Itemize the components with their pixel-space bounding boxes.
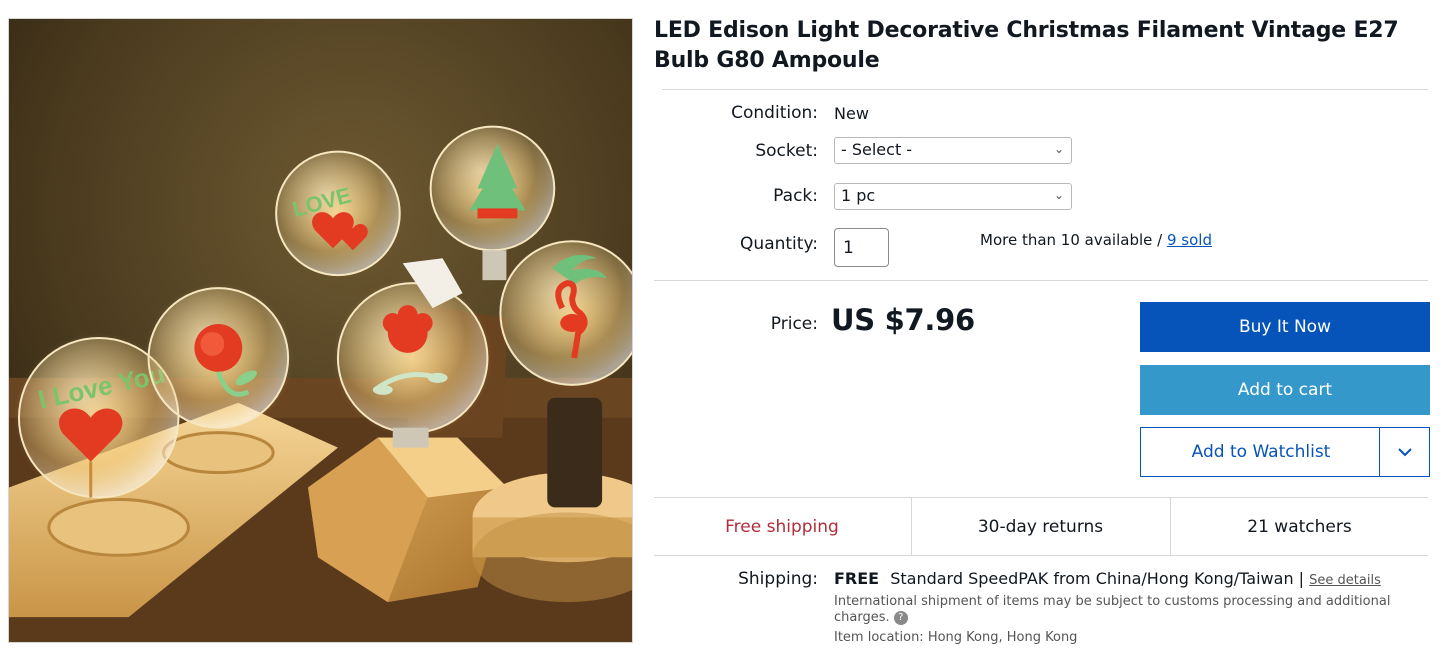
shipping-summary: FREE Standard SpeedPAK from China/Hong K… — [834, 569, 1381, 588]
socket-select-value: - Select - — [841, 140, 913, 159]
add-to-cart-button[interactable]: Add to cart — [1140, 365, 1430, 415]
returns-highlight: 30-day returns — [911, 498, 1169, 555]
chevron-down-icon: ⌄ — [1053, 188, 1064, 202]
highlights-bottom-divider — [654, 555, 1428, 556]
price-value: US $7.96 — [831, 303, 975, 337]
watchlist-dropdown-button[interactable] — [1379, 428, 1429, 476]
product-image[interactable]: LOVE I Love You — [8, 18, 633, 643]
sold-count-link[interactable]: 9 sold — [1167, 231, 1212, 249]
quantity-label: Quantity: — [740, 234, 818, 254]
product-title: LED Edison Light Decorative Christmas Fi… — [654, 18, 1399, 73]
shipping-free: FREE — [834, 569, 880, 588]
free-shipping-highlight: Free shipping — [725, 516, 839, 537]
pack-select-value: 1 pc — [841, 186, 876, 205]
socket-label: Socket: — [755, 141, 818, 161]
pack-select[interactable]: 1 pc ⌄ — [834, 183, 1072, 210]
availability-text: More than 10 available / 9 sold — [980, 231, 1212, 249]
title-divider — [662, 89, 1428, 90]
customs-note: International shipment of items may be s… — [834, 594, 1394, 626]
availability-count: More than 10 available / — [980, 231, 1163, 249]
buy-it-now-button[interactable]: Buy It Now — [1140, 302, 1430, 352]
add-to-watchlist-label: Add to Watchlist — [1191, 442, 1331, 462]
see-details-link[interactable]: See details — [1309, 573, 1381, 588]
item-location: Item location: Hong Kong, Hong Kong — [834, 630, 1078, 645]
chevron-down-icon — [1397, 448, 1412, 457]
watchers-highlight: 21 watchers — [1170, 498, 1428, 555]
pack-label: Pack: — [773, 186, 818, 206]
add-to-watchlist-button[interactable]: Add to Watchlist — [1140, 427, 1430, 477]
price-label: Price: — [770, 314, 818, 334]
condition-label: Condition: — [731, 103, 818, 123]
chevron-down-icon: ⌄ — [1053, 142, 1064, 156]
shipping-method: Standard SpeedPAK from China/Hong Kong/T… — [890, 569, 1305, 588]
question-circle-icon[interactable]: ? — [893, 610, 908, 625]
quantity-divider — [654, 280, 1428, 281]
socket-select[interactable]: - Select - ⌄ — [834, 137, 1072, 164]
customs-note-text: International shipment of items may be s… — [834, 594, 1391, 625]
condition-value: New — [834, 104, 869, 123]
quantity-input[interactable]: 1 — [834, 228, 889, 267]
product-photo: LOVE I Love You — [9, 19, 632, 642]
shipping-label: Shipping: — [738, 569, 818, 589]
